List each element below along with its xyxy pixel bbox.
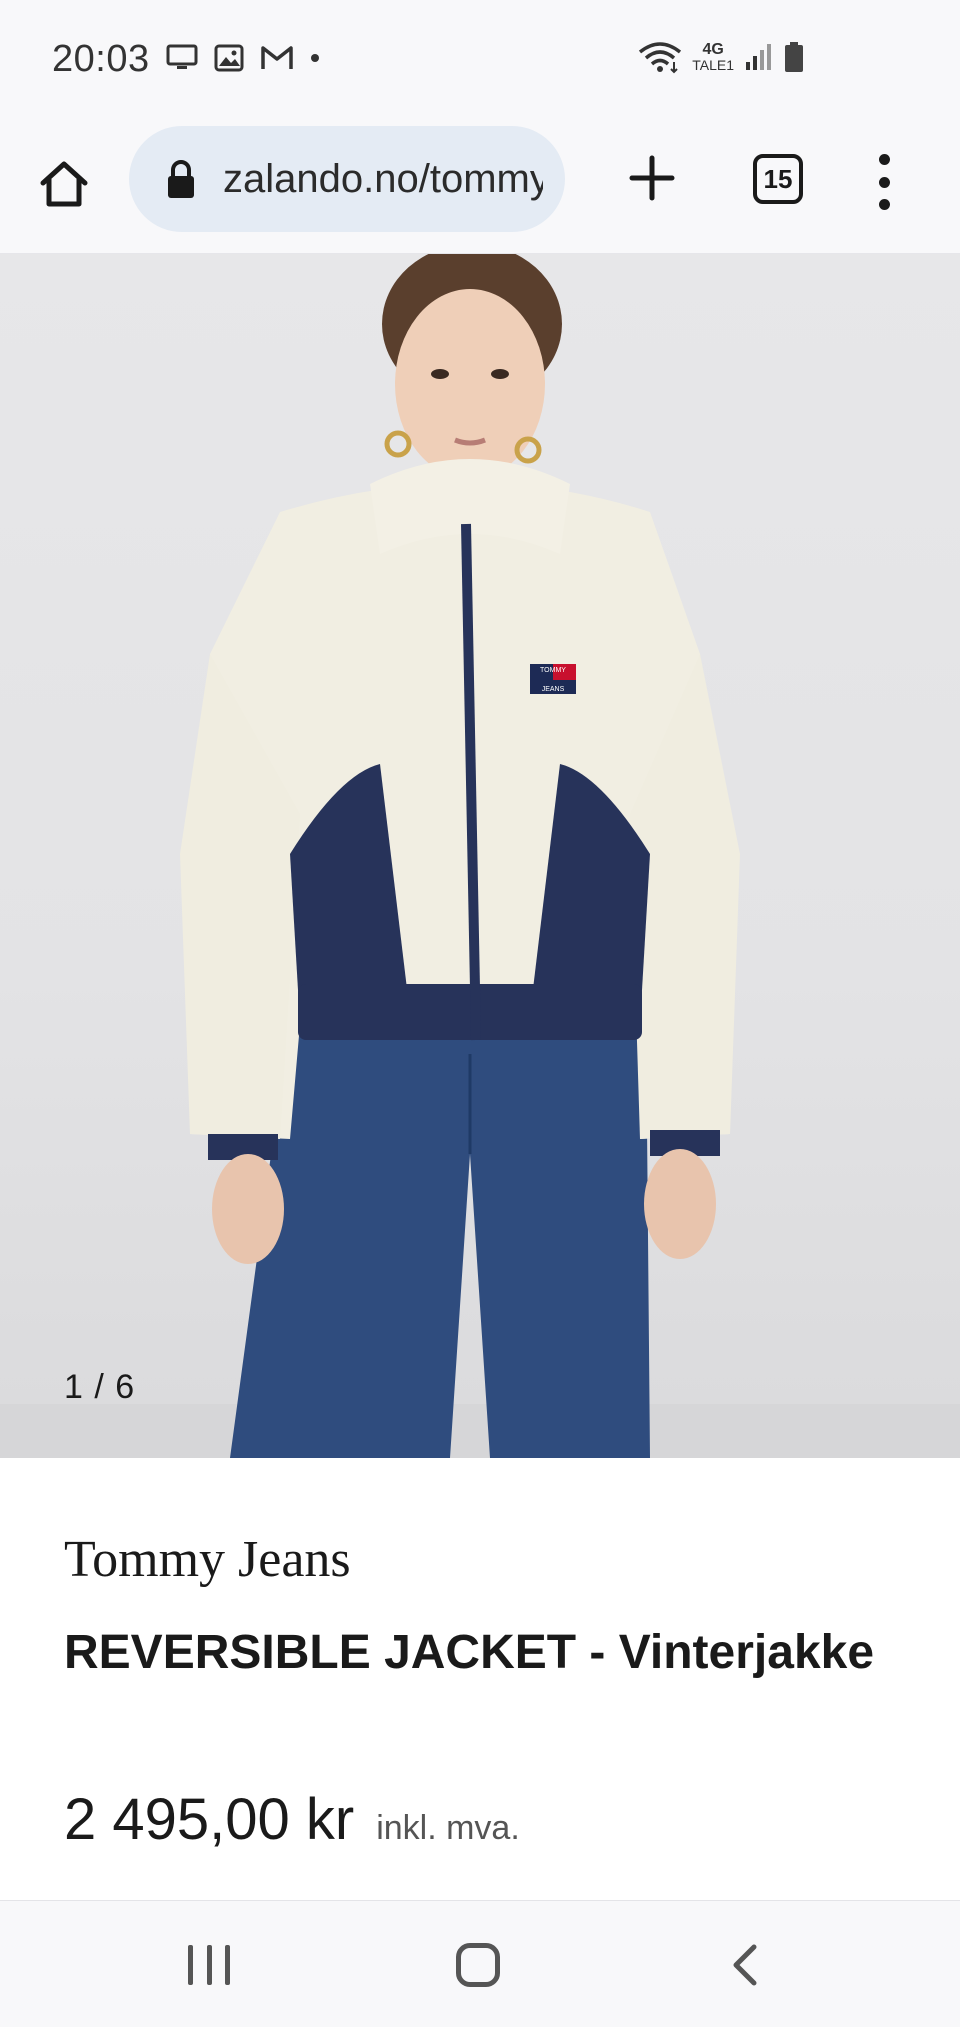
recent-apps-bar	[225, 1945, 230, 1985]
wifi-icon	[639, 42, 682, 74]
signal-icon	[746, 44, 771, 70]
home-icon	[40, 161, 88, 207]
carrier-label: TALE1	[692, 57, 734, 73]
image-icon	[214, 44, 244, 72]
address-bar[interactable]: zalando.no/tommy-jeans	[129, 126, 565, 232]
recent-apps-icon[interactable]	[188, 1945, 230, 1985]
recent-apps-bar	[206, 1945, 212, 1985]
price-row: 2 495,00 kr inkl. mva.	[64, 1786, 520, 1853]
recent-apps-bar	[188, 1945, 193, 1985]
status-time: 20:03	[52, 38, 150, 80]
brand-name[interactable]: Tommy Jeans	[64, 1530, 351, 1589]
more-vert-icon	[878, 154, 890, 165]
home-circle-icon[interactable]	[456, 1943, 500, 1987]
lock-icon	[168, 160, 194, 198]
system-icons: 4G TALE1	[638, 40, 804, 74]
vat-note: inkl. mva.	[376, 1809, 520, 1847]
more-vert-icon-dot	[878, 199, 890, 210]
plus-icon	[629, 155, 675, 201]
network-type-label: 4G	[702, 41, 724, 58]
image-counter: 1 / 6	[64, 1368, 136, 1406]
status-bar: 20:03 4G TALE1	[0, 0, 960, 118]
browser-menu-button[interactable]	[872, 154, 896, 210]
product-photo: TOMMY JEANS	[0, 254, 960, 1458]
badge-text-top: TOMMY	[540, 667, 566, 674]
browser-toolbar: zalando.no/tommy-jeans 15	[0, 118, 960, 254]
dot-icon	[311, 54, 319, 62]
system-nav-bar	[0, 1900, 960, 2027]
product-image-gallery[interactable]: TOMMY JEANS	[0, 254, 960, 1458]
back-icon[interactable]	[730, 1943, 760, 1987]
tab-count: 15	[763, 163, 793, 194]
new-tab-button[interactable]	[624, 150, 680, 206]
more-vert-icon-dot	[878, 176, 890, 188]
battery-icon	[785, 42, 803, 72]
notification-icons	[166, 44, 320, 72]
home-button[interactable]	[36, 152, 92, 216]
badge-text-bottom: JEANS	[542, 686, 565, 693]
url-text[interactable]: zalando.no/tommy-jeans	[223, 157, 543, 202]
gmail-icon	[261, 46, 293, 69]
tab-switcher-button[interactable]: 15	[753, 154, 803, 204]
network-4g-icon: 4G TALE1	[692, 41, 734, 73]
product-price: 2 495,00 kr	[64, 1787, 355, 1852]
product-title: REVERSIBLE JACKET - Vinterjakke	[64, 1626, 875, 1679]
monitor-icon	[166, 44, 198, 69]
